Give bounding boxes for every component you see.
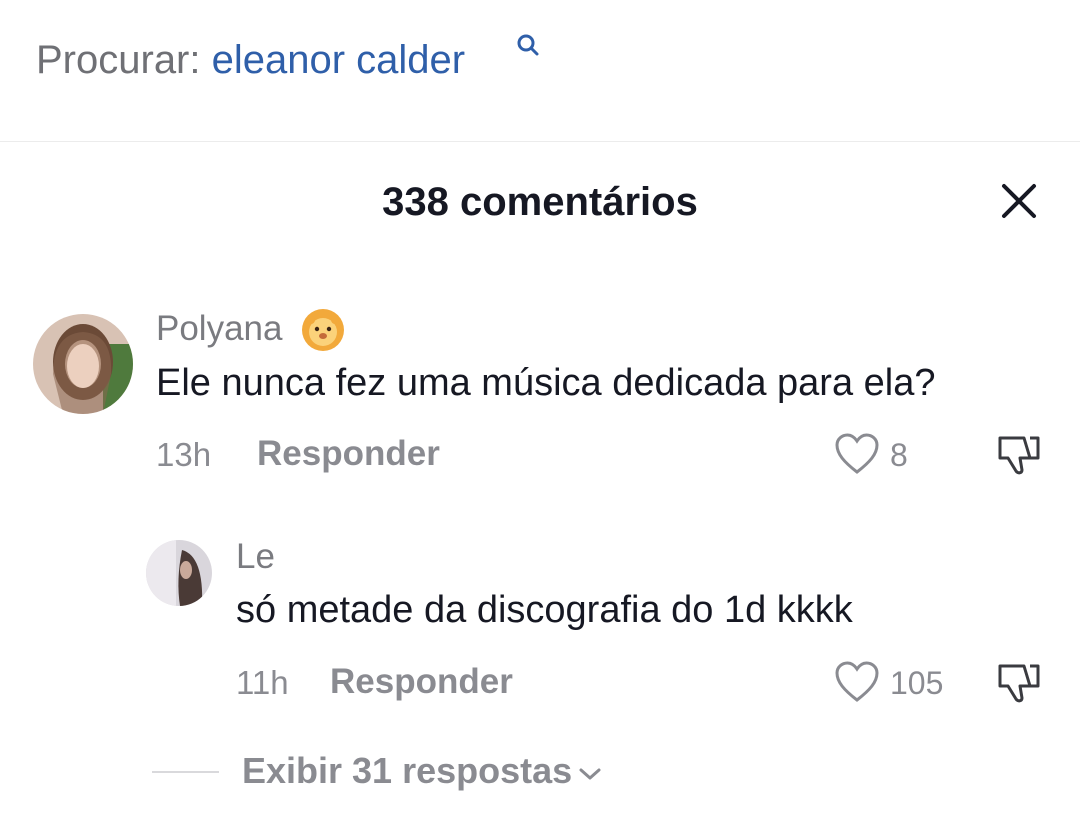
- dislike-icon[interactable]: [994, 658, 1042, 711]
- view-replies-button[interactable]: Exibir 31 respostas: [242, 750, 602, 792]
- chevron-down-icon: [578, 749, 602, 791]
- heart-icon[interactable]: [834, 660, 880, 709]
- dislike-icon[interactable]: [994, 430, 1042, 483]
- heart-icon[interactable]: [834, 432, 880, 481]
- search-bar[interactable]: Procurar: eleanor calder: [0, 0, 1080, 142]
- reply-text: só metade da discografia do 1d kkkk: [236, 589, 853, 631]
- comments-count-title: 338 comentários: [382, 180, 698, 224]
- comment-timestamp: 13h: [156, 436, 212, 473]
- replies-divider: [152, 771, 219, 773]
- like-count: 8: [890, 437, 908, 473]
- like-count: 105: [890, 665, 944, 701]
- comment-text: Ele nunca fez uma música dedicada para e…: [156, 362, 936, 404]
- reply-username[interactable]: Le: [236, 537, 275, 577]
- lion-face-icon: [300, 307, 346, 358]
- avatar[interactable]: [33, 314, 133, 414]
- close-icon: [1002, 184, 1036, 218]
- close-button[interactable]: [996, 178, 1042, 224]
- avatar[interactable]: [146, 540, 212, 606]
- reply-timestamp: 11h: [236, 664, 289, 701]
- view-replies-label: Exibir 31 respostas: [242, 750, 573, 791]
- search-text[interactable]: Procurar: eleanor calder: [36, 38, 465, 83]
- reply-button[interactable]: Responder: [257, 434, 440, 474]
- search-prefix-label: Procurar:: [36, 38, 212, 82]
- search-icon[interactable]: [515, 32, 541, 58]
- search-query[interactable]: eleanor calder: [212, 38, 466, 82]
- comment-username[interactable]: Polyana: [156, 309, 282, 349]
- reply-button[interactable]: Responder: [330, 662, 513, 702]
